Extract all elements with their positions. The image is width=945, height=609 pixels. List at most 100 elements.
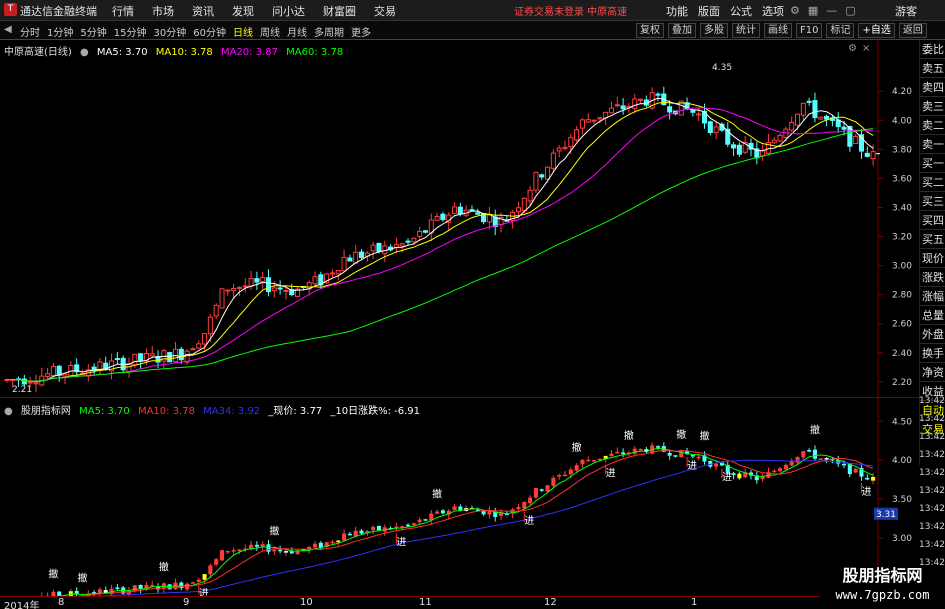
app-logo-icon: T xyxy=(4,3,17,16)
tool-button[interactable]: +自选 xyxy=(858,23,895,38)
side-panel-item[interactable]: 卖四 xyxy=(920,78,945,97)
x-axis-label: 1 xyxy=(691,597,698,608)
candle-body xyxy=(609,453,614,457)
guest-label[interactable]: 游客 xyxy=(895,3,917,19)
side-panel-item[interactable]: 涨跌 xyxy=(920,268,945,287)
main-chart-svg[interactable]: 4.20 4.00 3.80 3.60 3.40 3.20 3.00 2.80 2.60 2.40… xyxy=(0,40,919,398)
sell-marker: 撤 xyxy=(432,488,442,501)
login-notice[interactable]: 证券交易未登录 中原高速 xyxy=(514,3,627,18)
period-tab[interactable]: 更多 xyxy=(351,24,371,39)
period-tab[interactable]: 周线 xyxy=(260,24,280,39)
menu-item-trade[interactable]: 交易 xyxy=(374,3,396,19)
candle-body xyxy=(248,278,254,287)
candle-body xyxy=(597,117,603,120)
side-panel-item[interactable]: 买四 xyxy=(920,211,945,230)
side-panel-item[interactable]: 买五 xyxy=(920,230,945,249)
side-panel-item[interactable]: 现价 xyxy=(920,249,945,268)
side-panel-item[interactable]: 委比 xyxy=(920,40,945,59)
tool-button[interactable]: 标记 xyxy=(826,23,855,38)
candle-body xyxy=(184,350,190,363)
side-panel-item[interactable]: 卖五 xyxy=(920,59,945,78)
period-tab[interactable]: 30分钟 xyxy=(153,24,186,39)
side-panel-item[interactable]: 外盘 xyxy=(920,325,945,344)
candle-body xyxy=(568,469,573,475)
indicator-chart-svg[interactable]: 4.504.003.503.002.503.31撤撤撤撤撤撤撤撤撤撤进进进进进进… xyxy=(0,398,919,596)
menu-item-ask[interactable]: 问小达 xyxy=(272,3,305,19)
tool-button[interactable]: 画线 xyxy=(764,23,792,38)
side-panel-item[interactable]: 净资 xyxy=(920,363,945,382)
tool-button[interactable]: 统计 xyxy=(732,23,760,38)
menu-item-market[interactable]: 行情 xyxy=(112,3,134,19)
pane-close-icon[interactable]: × xyxy=(862,43,870,54)
collapse-arrow-icon[interactable]: ◀ xyxy=(4,24,12,35)
candle-body xyxy=(545,485,550,492)
period-tab[interactable]: 多周期 xyxy=(314,24,344,39)
menu-item-discover[interactable]: 发现 xyxy=(232,3,254,19)
side-panel-item[interactable]: 买一 xyxy=(920,154,945,173)
pane-settings-icon[interactable]: ⚙ xyxy=(848,43,857,54)
sell-marker: 撤 xyxy=(700,429,710,442)
period-tab[interactable]: 分时 xyxy=(20,24,40,39)
candle-body xyxy=(615,451,620,454)
minimize-icon[interactable]: — xyxy=(826,4,837,17)
candle-body xyxy=(277,287,283,290)
y-tick-label: 2.40 xyxy=(892,349,912,359)
window-controls: ⚙ ▦ — ▢ xyxy=(790,4,856,17)
side-panel-item[interactable]: 涨幅 xyxy=(920,287,945,306)
grid-icon[interactable]: ▦ xyxy=(808,4,818,17)
menu-item-wealth[interactable]: 财富圈 xyxy=(323,3,356,19)
menu-item-layout[interactable]: 版面 xyxy=(698,3,720,19)
menu-item-market-center[interactable]: 市场 xyxy=(152,3,174,19)
side-panel-item[interactable]: 卖三 xyxy=(920,97,945,116)
candle-body xyxy=(214,559,219,565)
sell-marker: 撤 xyxy=(77,571,87,584)
candle-body xyxy=(771,139,777,144)
candle-body xyxy=(434,215,440,221)
indicator-pane[interactable]: 4.504.003.503.002.503.31撤撤撤撤撤撤撤撤撤撤进进进进进进… xyxy=(0,398,919,596)
period-tab[interactable]: 5分钟 xyxy=(80,24,106,39)
side-panel-item[interactable]: 买二 xyxy=(920,173,945,192)
main-chart-pane[interactable]: 4.20 4.00 3.80 3.60 3.40 3.20 3.00 2.80 2.60 2.40… xyxy=(0,40,919,398)
tool-button[interactable]: 多股 xyxy=(700,23,728,38)
tool-button[interactable]: 返回 xyxy=(898,23,927,38)
tool-button[interactable]: 复权 xyxy=(636,23,664,38)
candle-body xyxy=(614,104,620,107)
candle-body xyxy=(620,105,626,110)
candle-body xyxy=(237,549,242,552)
tool-button[interactable]: 叠加 xyxy=(668,23,696,38)
watermark-title: 股朋指标网 xyxy=(842,566,923,585)
maximize-icon[interactable]: ▢ xyxy=(845,4,855,17)
candle-body xyxy=(608,107,615,114)
candle-body xyxy=(278,549,283,552)
sell-marker: 撤 xyxy=(572,441,582,454)
period-tab[interactable]: 1分钟 xyxy=(47,24,73,39)
menu-item-function[interactable]: 功能 xyxy=(666,3,688,19)
candle-body xyxy=(225,550,230,553)
candle-body xyxy=(56,365,62,376)
candle-body xyxy=(655,446,661,448)
candle-body xyxy=(801,451,806,458)
buy-marker: 进 xyxy=(861,486,871,498)
candle-body xyxy=(196,343,202,349)
menu-item-formula[interactable]: 公式 xyxy=(730,3,752,19)
side-panel-item[interactable]: 总量 xyxy=(920,306,945,325)
menu-item-options[interactable]: 选项 xyxy=(762,3,784,19)
side-panel-item[interactable]: 卖一 xyxy=(920,135,945,154)
side-panel-item[interactable]: 卖二 xyxy=(920,116,945,135)
candle-body xyxy=(865,477,870,480)
legend-dot-icon: ● xyxy=(4,406,13,417)
candle-body xyxy=(335,270,341,275)
side-panel-item[interactable]: 换手 xyxy=(920,344,945,363)
candle-body xyxy=(824,115,830,120)
candle-body xyxy=(190,582,195,584)
candle-body xyxy=(371,526,376,530)
menu-item-news[interactable]: 资讯 xyxy=(192,3,214,19)
period-tab[interactable]: 60分钟 xyxy=(193,24,226,39)
tool-button[interactable]: F10 xyxy=(796,23,823,38)
period-tab[interactable]: 15分钟 xyxy=(114,24,147,39)
period-tab[interactable]: 日线 xyxy=(233,24,253,39)
period-tab[interactable]: 月线 xyxy=(287,24,307,39)
side-panel-item[interactable]: 买三 xyxy=(920,192,945,211)
ten-day-change-label: _10日涨跌%: -6.91 xyxy=(330,406,421,417)
settings-icon[interactable]: ⚙ xyxy=(790,4,800,17)
